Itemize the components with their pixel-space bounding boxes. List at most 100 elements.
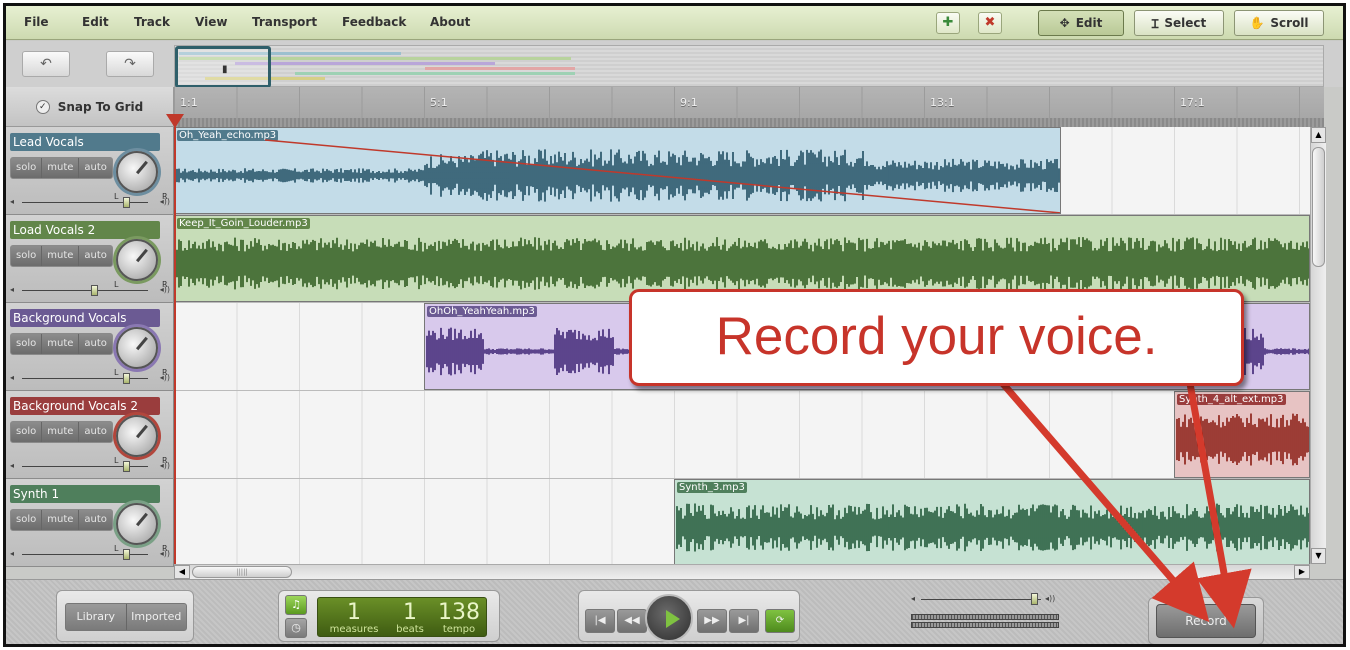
auto-button[interactable]: auto	[79, 158, 112, 178]
solo-button[interactable]: solo	[11, 334, 43, 354]
solo-button[interactable]: solo	[11, 246, 43, 266]
track-buttons: solo mute auto	[10, 333, 113, 355]
lane-synth-1[interactable]: Synth_3.mp3	[174, 479, 1310, 564]
track-volume: ◂ ◂))	[10, 285, 170, 297]
level-meter-right	[911, 622, 1059, 628]
imported-tab[interactable]: Imported	[127, 604, 187, 630]
beats-label: beats	[396, 624, 424, 635]
mute-button[interactable]: mute	[42, 158, 80, 178]
solo-button[interactable]: solo	[11, 510, 43, 530]
go-to-start-button[interactable]: |◀	[585, 609, 615, 633]
lane-lead-vocals[interactable]: Oh_Yeah_echo.mp3	[174, 127, 1310, 215]
scroll-up-icon[interactable]: ▲	[1311, 127, 1326, 143]
menu-feedback[interactable]: Feedback	[342, 15, 406, 29]
pan-knob-needle	[135, 160, 148, 175]
volume-slider-thumb[interactable]	[123, 197, 130, 208]
volume-envelope[interactable]	[175, 128, 1061, 214]
scroll-mode-button[interactable]: ✋ Scroll	[1234, 10, 1324, 36]
speaker-loud-icon: ◂))	[159, 285, 170, 294]
volume-slider-thumb[interactable]	[123, 373, 130, 384]
text-cursor-icon: Ɪ	[1151, 16, 1159, 31]
add-track-icon[interactable]: ✚	[936, 12, 960, 34]
audio-clip[interactable]: Synth_3.mp3	[674, 479, 1310, 564]
master-volume: ◂ ◂))	[911, 592, 1061, 632]
track-header: Background Vocals solo mute auto L R ◂ ◂))	[6, 303, 174, 391]
pan-knob[interactable]	[116, 503, 158, 545]
menu-about[interactable]: About	[430, 15, 470, 29]
audio-clip[interactable]: Synth_4_alt_ext.mp3	[1174, 391, 1310, 478]
menu-edit[interactable]: Edit	[82, 15, 109, 29]
song-overview[interactable]: ▮	[174, 45, 1324, 88]
track-volume: ◂ ◂))	[10, 549, 170, 561]
transport-bar: Library Imported ♫ ◷ 1 1 138 measures be…	[6, 579, 1343, 644]
app-window: File Edit Track View Transport Feedback …	[3, 3, 1346, 647]
horizontal-scrollbar[interactable]: ◀ ||||| ▶	[174, 564, 1310, 579]
speaker-icon: ◂	[10, 461, 15, 470]
track-volume: ◂ ◂))	[10, 373, 170, 385]
scroll-down-icon[interactable]: ▼	[1311, 548, 1326, 564]
track-name[interactable]: Load Vocals 2	[10, 221, 160, 239]
snap-to-grid-toggle[interactable]: ✓ Snap To Grid	[6, 87, 174, 127]
rewind-icon: ◀◀	[624, 615, 640, 626]
scroll-left-icon[interactable]: ◀	[174, 565, 190, 579]
track-header: Lead Vocals solo mute auto L R ◂ ◂))	[6, 127, 174, 215]
timeline-ruler[interactable]: 1:1 5:1 9:1 13:1 17:1	[174, 87, 1324, 127]
pan-knob[interactable]	[116, 415, 158, 457]
remove-track-icon[interactable]: ✖	[978, 12, 1002, 34]
pan-knob[interactable]	[116, 239, 158, 281]
vertical-scrollbar[interactable]: ▲ ▼	[1310, 127, 1326, 564]
mute-button[interactable]: mute	[42, 334, 80, 354]
menu-transport[interactable]: Transport	[252, 15, 317, 29]
speaker-icon: ◂	[10, 373, 15, 382]
mute-button[interactable]: mute	[42, 510, 80, 530]
menu-file[interactable]: File	[24, 15, 49, 29]
loop-button[interactable]: ⟳	[765, 609, 795, 633]
overview-strip: ↶ ↷ ▮	[6, 41, 1343, 88]
scroll-right-icon[interactable]: ▶	[1294, 565, 1310, 579]
audio-clip[interactable]: Oh_Yeah_echo.mp3	[174, 127, 1061, 214]
edit-mode-button[interactable]: ✥ Edit	[1038, 10, 1124, 36]
menu-view[interactable]: View	[195, 15, 227, 29]
playhead-marker[interactable]	[166, 114, 184, 128]
auto-button[interactable]: auto	[79, 246, 112, 266]
redo-button[interactable]: ↷	[106, 51, 154, 77]
volume-track[interactable]	[921, 599, 1041, 600]
ruler-scrub-strip[interactable]	[174, 118, 1324, 127]
pan-knob[interactable]	[116, 151, 158, 193]
rewind-button[interactable]: ◀◀	[617, 609, 647, 633]
mute-button[interactable]: mute	[42, 246, 80, 266]
vertical-scroll-thumb[interactable]	[1312, 147, 1325, 267]
menu-track[interactable]: Track	[134, 15, 170, 29]
position-counter[interactable]: 1 1 138 measures beats tempo	[317, 597, 487, 637]
track-name[interactable]: Lead Vocals	[10, 133, 160, 151]
volume-slider-thumb[interactable]	[123, 461, 130, 472]
track-name[interactable]: Background Vocals	[10, 309, 160, 327]
library-tab[interactable]: Library	[66, 604, 127, 630]
play-button[interactable]	[645, 594, 693, 642]
track-header: Background Vocals 2 solo mute auto L R ◂ ◂))	[6, 391, 174, 479]
volume-track[interactable]	[22, 290, 148, 291]
auto-button[interactable]: auto	[79, 334, 112, 354]
select-mode-button[interactable]: Ɪ Select	[1134, 10, 1224, 36]
overview-viewport[interactable]: ▮	[175, 46, 271, 88]
solo-button[interactable]: solo	[11, 422, 43, 442]
horizontal-scroll-thumb[interactable]: |||||	[192, 566, 292, 578]
auto-button[interactable]: auto	[79, 422, 112, 442]
undo-button[interactable]: ↶	[22, 51, 70, 77]
lane-background-vocals-2[interactable]: Synth_4_alt_ext.mp3	[174, 391, 1310, 479]
volume-slider-thumb[interactable]	[1031, 593, 1038, 605]
track-name[interactable]: Synth 1	[10, 485, 160, 503]
solo-button[interactable]: solo	[11, 158, 43, 178]
volume-slider-thumb[interactable]	[123, 549, 130, 560]
waveform-path	[1176, 413, 1309, 466]
pan-knob[interactable]	[116, 327, 158, 369]
clock-icon[interactable]: ◷	[285, 618, 307, 638]
volume-slider-thumb[interactable]	[91, 285, 98, 296]
record-button[interactable]: Record	[1156, 604, 1256, 638]
music-note-icon[interactable]: ♫	[285, 595, 307, 615]
go-to-end-button[interactable]: ▶|	[729, 609, 759, 633]
auto-button[interactable]: auto	[79, 510, 112, 530]
mute-button[interactable]: mute	[42, 422, 80, 442]
track-name[interactable]: Background Vocals 2	[10, 397, 160, 415]
fast-forward-button[interactable]: ▶▶	[697, 609, 727, 633]
